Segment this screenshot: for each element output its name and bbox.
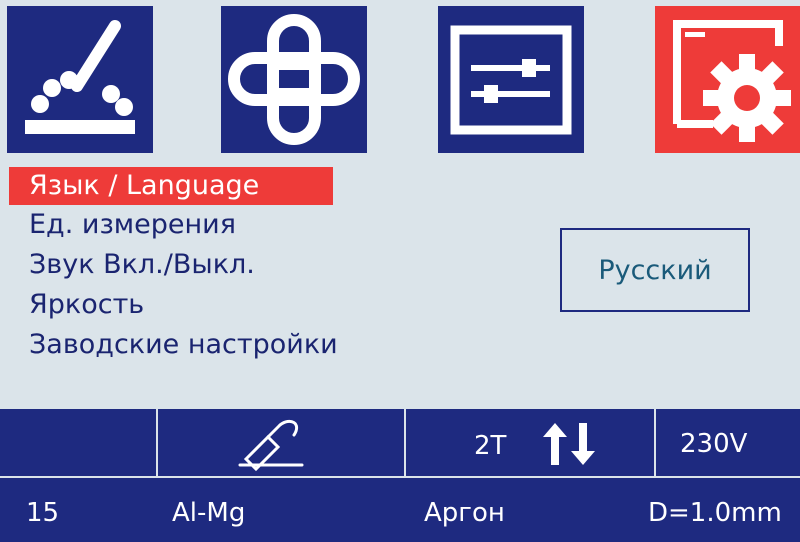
menu-item-sound[interactable]: Звук Вкл./Выкл. bbox=[9, 245, 429, 285]
device-screen: Язык / Language Ед. измерения Звук Вкл./… bbox=[0, 0, 800, 542]
up-down-arrows-icon bbox=[543, 423, 595, 465]
menu-item-units[interactable]: Ед. измерения bbox=[9, 205, 429, 245]
status-bar-bottom: 15 Al-Mg Аргон D=1.0mm bbox=[0, 478, 800, 542]
tile-sliders[interactable] bbox=[438, 6, 584, 153]
tile-weld-process[interactable] bbox=[7, 6, 153, 153]
torch-icon bbox=[238, 419, 304, 472]
divider bbox=[404, 409, 406, 476]
gas-label: Аргон bbox=[424, 498, 505, 528]
tile-settings[interactable] bbox=[655, 6, 800, 153]
tile-link[interactable] bbox=[221, 6, 367, 153]
wire-diameter-label: D=1.0mm bbox=[648, 498, 782, 528]
language-value: Русский bbox=[598, 254, 712, 286]
weld-process-icon bbox=[25, 20, 135, 134]
link-settings-icon bbox=[228, 14, 360, 145]
divider bbox=[654, 409, 656, 476]
mode-label: 2Т bbox=[474, 431, 507, 461]
sliders-icon bbox=[450, 25, 572, 135]
settings-menu: Язык / Language Ед. измерения Звук Вкл./… bbox=[9, 167, 429, 365]
voltage-label: 230V bbox=[680, 429, 748, 459]
menu-item-brightness[interactable]: Яркость bbox=[9, 285, 429, 325]
menu-item-language[interactable]: Язык / Language bbox=[9, 167, 333, 205]
material-label: Al-Mg bbox=[172, 498, 246, 528]
menu-item-factory-reset[interactable]: Заводские настройки bbox=[9, 325, 429, 365]
program-number: 15 bbox=[26, 498, 60, 528]
language-value-box[interactable]: Русский bbox=[560, 228, 750, 312]
status-bar-top: 2Т 230V bbox=[0, 409, 800, 476]
divider bbox=[156, 409, 158, 476]
settings-gear-icon bbox=[673, 20, 791, 142]
